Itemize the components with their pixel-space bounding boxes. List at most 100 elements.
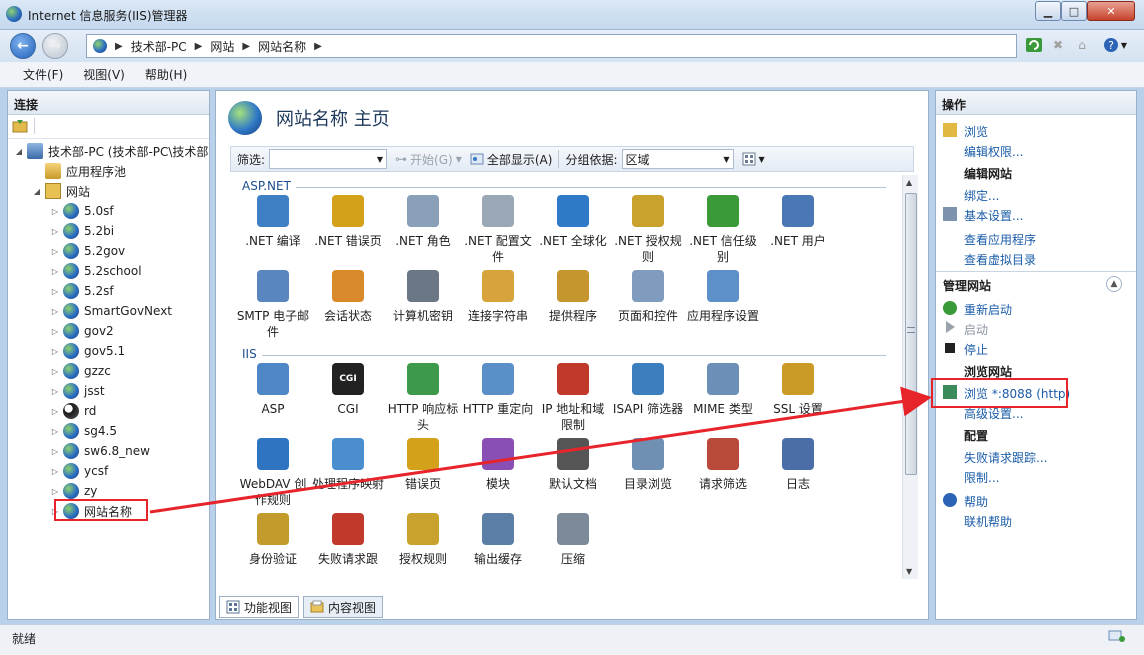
feature-item[interactable]: 提供程序 [536,270,610,324]
feature-item[interactable]: .NET 全球化 [536,195,610,249]
feature-item[interactable]: CGI CGI [311,363,385,417]
tree-node[interactable]: ▷ 5.2school [8,261,142,281]
action-link[interactable]: 查看虚拟目录 [964,251,1036,268]
tree-node[interactable]: ▷ sw6.8_new [8,441,150,461]
tree-node[interactable]: ▷ ycsf [8,461,108,481]
action-link[interactable]: 限制... [964,469,999,486]
show-all-button[interactable]: 全部显示(A) [470,151,552,168]
feature-item[interactable]: 日志 [761,438,835,492]
feature-item[interactable]: 目录浏览 [611,438,685,492]
stop-button[interactable]: ✖ [1048,35,1068,55]
collapse-arrow-icon[interactable]: ◢ [14,147,24,156]
scroll-down-icon[interactable]: ▼ [906,567,912,576]
feature-item[interactable]: HTTP 响应标头 [386,363,460,433]
action-link[interactable]: 高级设置... [964,405,1023,422]
expand-arrow-icon[interactable]: ▷ [50,307,60,316]
tree-node[interactable]: ▷ SmartGovNext [8,301,172,321]
view-mode-button[interactable]: ▼ [742,152,765,166]
help-menu-button[interactable]: ? ▼ [1098,35,1132,55]
action-link[interactable]: 查看应用程序 [964,231,1036,248]
action-link[interactable]: 基本设置... [964,207,1023,224]
feature-item[interactable]: 应用程序设置 [686,270,760,324]
connect-icon[interactable] [12,118,28,134]
home-button[interactable]: ⌂ [1072,35,1092,55]
feature-item[interactable]: 授权规则 [386,513,460,567]
group-title[interactable]: ASP.NET [242,179,291,193]
feature-item[interactable]: .NET 编译 [236,195,310,249]
action-link[interactable]: 停止 [964,341,988,358]
menu-view[interactable]: 视图(V) [83,66,125,83]
action-link[interactable]: 联机帮助 [964,513,1012,530]
scroll-up-icon[interactable]: ▲ [906,178,912,187]
menu-file[interactable]: 文件(F) [23,66,63,83]
expand-arrow-icon[interactable]: ▷ [50,367,60,376]
expand-arrow-icon[interactable]: ▷ [50,247,60,256]
group-title[interactable]: IIS [242,347,257,361]
expand-arrow-icon[interactable]: ▷ [50,487,60,496]
feature-item[interactable]: HTTP 重定向 [461,363,535,417]
refresh-button[interactable] [1024,35,1044,55]
back-button[interactable]: ← [10,33,36,59]
tree-node[interactable]: ▷ 5.2gov [8,241,125,261]
expand-arrow-icon[interactable]: ▷ [50,287,60,296]
tree-node[interactable]: ▷ 5.2bi [8,221,114,241]
feature-item[interactable]: .NET 角色 [386,195,460,249]
tree-node[interactable]: ◢ 技术部-PC (技术部-PC\技术部 [8,141,208,161]
feature-item[interactable]: .NET 配置文件 [461,195,535,265]
action-link[interactable]: 浏览 [964,123,988,140]
feature-item[interactable]: WebDAV 创作规则 [236,438,310,508]
feature-item[interactable]: 计算机密钥 [386,270,460,324]
features-scrollbar[interactable]: ▲ ▼ [902,175,918,579]
tree-node[interactable]: ▷ sg4.5 [8,421,117,441]
action-link[interactable]: 编辑权限... [964,143,1023,160]
feature-item[interactable]: 页面和控件 [611,270,685,324]
tree-node[interactable]: ▷ gov2 [8,321,114,341]
feature-item[interactable]: ISAPI 筛选器 [611,363,685,417]
tree-node[interactable]: ▷ gov5.1 [8,341,125,361]
expand-arrow-icon[interactable]: ▷ [50,227,60,236]
feature-item[interactable]: .NET 授权规则 [611,195,685,265]
group-by-select[interactable]: 区域 ▼ [621,149,734,169]
tree-node[interactable]: 应用程序池 [8,161,126,181]
feature-item[interactable]: 会话状态 [311,270,385,324]
tab-content-view[interactable]: 内容视图 [303,596,384,618]
feature-item[interactable]: 压缩 [536,513,610,567]
expand-arrow-icon[interactable]: ▷ [50,267,60,276]
feature-item[interactable]: 输出缓存 [461,513,535,567]
tree-node[interactable]: ▷ zy [8,481,97,501]
expand-arrow-icon[interactable]: ▷ [50,447,60,456]
tree-node[interactable]: ▷ rd [8,401,96,421]
action-link[interactable]: 失败请求跟踪... [964,449,1047,466]
feature-item[interactable]: 请求筛选 [686,438,760,492]
expand-arrow-icon[interactable]: ▷ [50,407,60,416]
feature-item[interactable]: .NET 信任级别 [686,195,760,265]
feature-item[interactable]: SMTP 电子邮件 [236,270,310,340]
feature-item[interactable]: 错误页 [386,438,460,492]
tree-node[interactable]: ▷ jsst [8,381,105,401]
tree-node[interactable]: ▷ gzzc [8,361,111,381]
tree-node[interactable]: ◢ 网站 [8,181,90,201]
feature-item[interactable]: 连接字符串 [461,270,535,324]
minimize-button[interactable]: ▁ [1035,1,1061,21]
close-button[interactable]: ✕ [1087,1,1135,21]
expand-arrow-icon[interactable]: ▷ [50,467,60,476]
feature-item[interactable]: MIME 类型 [686,363,760,417]
action-link[interactable]: 浏览 *:8088 (http) [964,385,1070,402]
forward-button[interactable]: → [42,33,68,59]
feature-item[interactable]: .NET 错误页 [311,195,385,249]
feature-item[interactable]: 身份验证 [236,513,310,567]
expand-arrow-icon[interactable]: ▷ [50,427,60,436]
action-link[interactable]: 帮助 [964,493,988,510]
crumb-sites[interactable]: 网站 [210,38,234,55]
filter-input[interactable]: ▼ [269,149,388,169]
collapse-arrow-icon[interactable]: ◢ [32,187,42,196]
feature-item[interactable]: .NET 用户 [761,195,835,249]
tree-node[interactable]: ▷ 5.0sf [8,201,114,221]
maximize-button[interactable]: □ [1061,1,1087,21]
expand-arrow-icon[interactable]: ▷ [50,347,60,356]
feature-item[interactable]: 模块 [461,438,535,492]
expand-arrow-icon[interactable]: ▷ [50,507,60,516]
crumb-server[interactable]: 技术部-PC [131,38,187,55]
feature-item[interactable]: IP 地址和域限制 [536,363,610,433]
feature-item[interactable]: 处理程序映射 [311,438,385,492]
